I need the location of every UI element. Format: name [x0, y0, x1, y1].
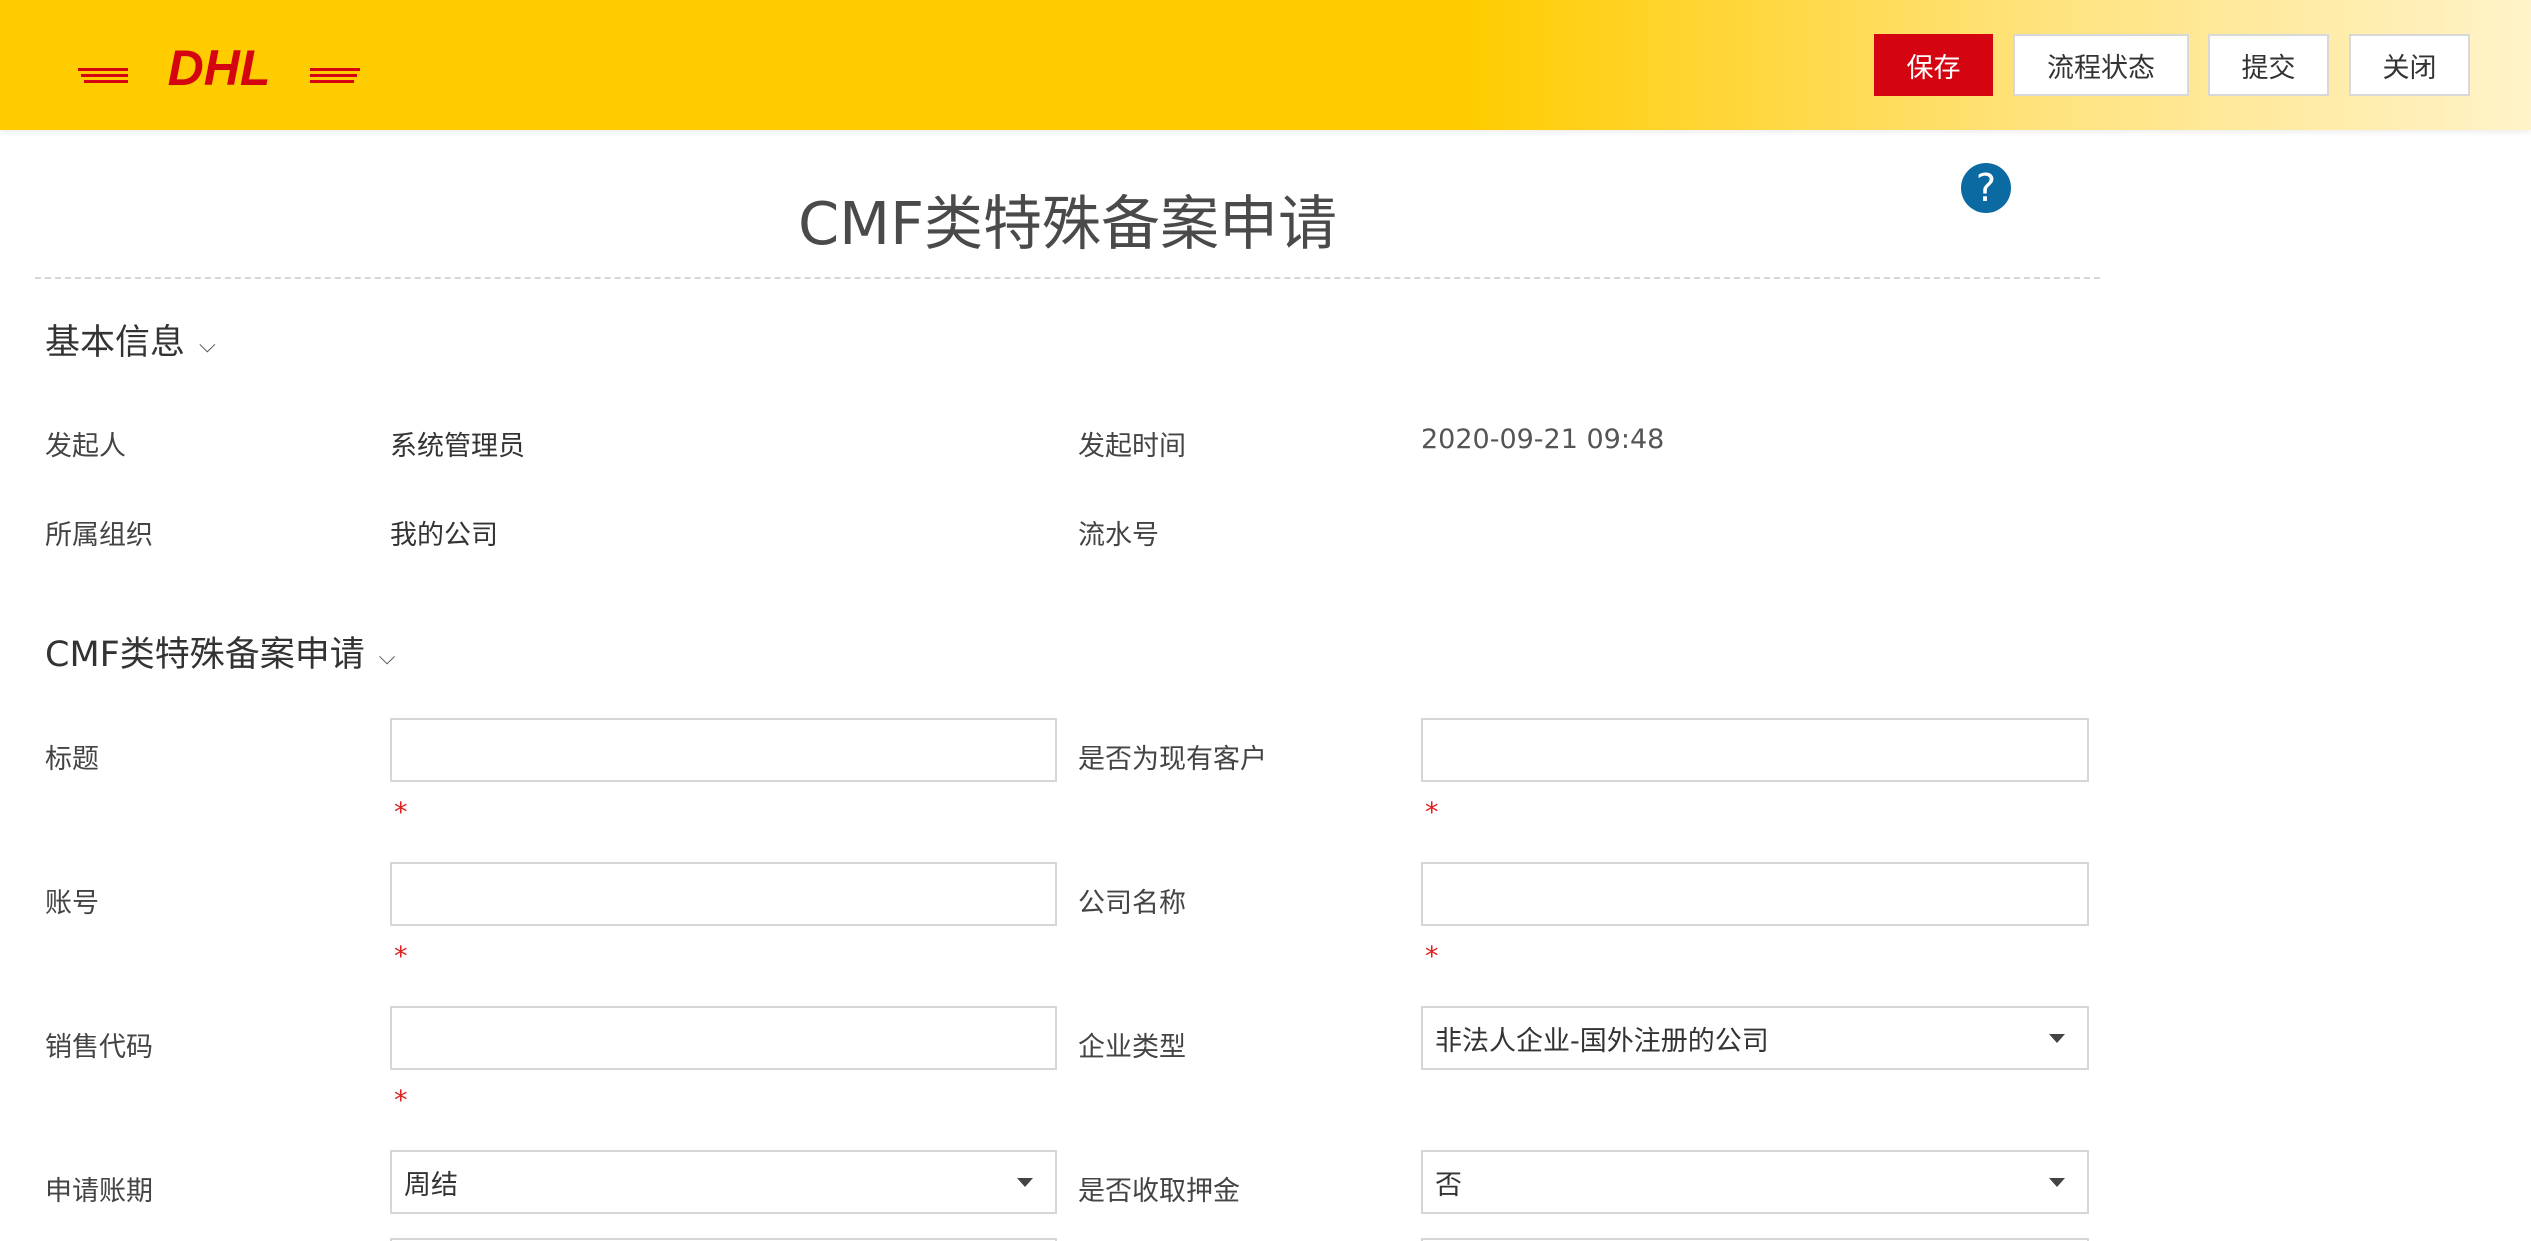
deposit-select[interactable]: 否 — [1421, 1150, 2089, 1214]
section-basic-info[interactable]: 基本信息 ⌵ — [45, 314, 216, 365]
existing-customer-label: 是否为现有客户 — [1078, 744, 1267, 775]
section-basic-info-title: 基本信息 — [45, 323, 186, 363]
deposit-selected: 否 — [1435, 1169, 1462, 1201]
close-button[interactable]: 关闭 — [2349, 34, 2470, 96]
organization-value: 我的公司 — [390, 520, 498, 551]
required-mark: * — [1425, 797, 1439, 828]
billing-period-select[interactable]: 周结 — [390, 1150, 1057, 1214]
dhl-logo: DHL — [78, 44, 360, 88]
required-mark: * — [1425, 941, 1439, 972]
deposit-label: 是否收取押金 — [1078, 1176, 1240, 1207]
company-name-label: 公司名称 — [1078, 888, 1186, 919]
initiator-label: 发起人 — [45, 431, 126, 462]
process-status-button[interactable]: 流程状态 — [2013, 34, 2189, 96]
organization-label: 所属组织 — [45, 520, 153, 551]
top-header-bar: DHL 保存 流程状态 提交 关闭 — [0, 0, 2531, 130]
start-time-label: 发起时间 — [1078, 431, 1186, 462]
dhl-logo-text: DHL — [168, 44, 271, 88]
enterprise-type-select[interactable]: 非法人企业-国外注册的公司 — [1421, 1006, 2089, 1070]
help-icon[interactable]: ? — [1961, 163, 2011, 213]
required-mark: * — [394, 941, 408, 972]
title-divider — [35, 277, 2100, 279]
account-input[interactable] — [390, 862, 1057, 926]
submit-button[interactable]: 提交 — [2208, 34, 2329, 96]
start-time-value: 2020-09-21 09:48 — [1421, 424, 1665, 455]
chevron-down-icon: ⌵ — [378, 645, 396, 670]
enterprise-type-selected: 非法人企业-国外注册的公司 — [1435, 1025, 1769, 1057]
dropdown-caret-icon — [2049, 1178, 2065, 1187]
save-button[interactable]: 保存 — [1874, 34, 1993, 96]
billing-period-selected: 周结 — [404, 1169, 458, 1201]
chevron-down-icon: ⌵ — [199, 333, 216, 358]
existing-customer-input[interactable] — [1421, 718, 2089, 782]
account-label: 账号 — [45, 888, 99, 919]
sales-code-input[interactable] — [390, 1006, 1057, 1070]
required-mark: * — [394, 1085, 408, 1116]
enterprise-type-label: 企业类型 — [1078, 1032, 1186, 1063]
initiator-value: 系统管理员 — [390, 431, 525, 462]
title-label: 标题 — [45, 744, 99, 775]
section-cmf-form[interactable]: CMF类特殊备案申请 ⌵ — [45, 626, 395, 677]
dropdown-caret-icon — [1017, 1178, 1033, 1187]
page-title: CMF类特殊备案申请 — [797, 189, 1338, 258]
company-name-input[interactable] — [1421, 862, 2089, 926]
section-cmf-form-title: CMF类特殊备案申请 — [45, 635, 365, 675]
dropdown-caret-icon — [2049, 1034, 2065, 1043]
billing-period-label: 申请账期 — [45, 1176, 153, 1207]
serial-number-label: 流水号 — [1078, 520, 1159, 551]
title-input[interactable] — [390, 718, 1057, 782]
sales-code-label: 销售代码 — [45, 1032, 153, 1063]
required-mark: * — [394, 797, 408, 828]
